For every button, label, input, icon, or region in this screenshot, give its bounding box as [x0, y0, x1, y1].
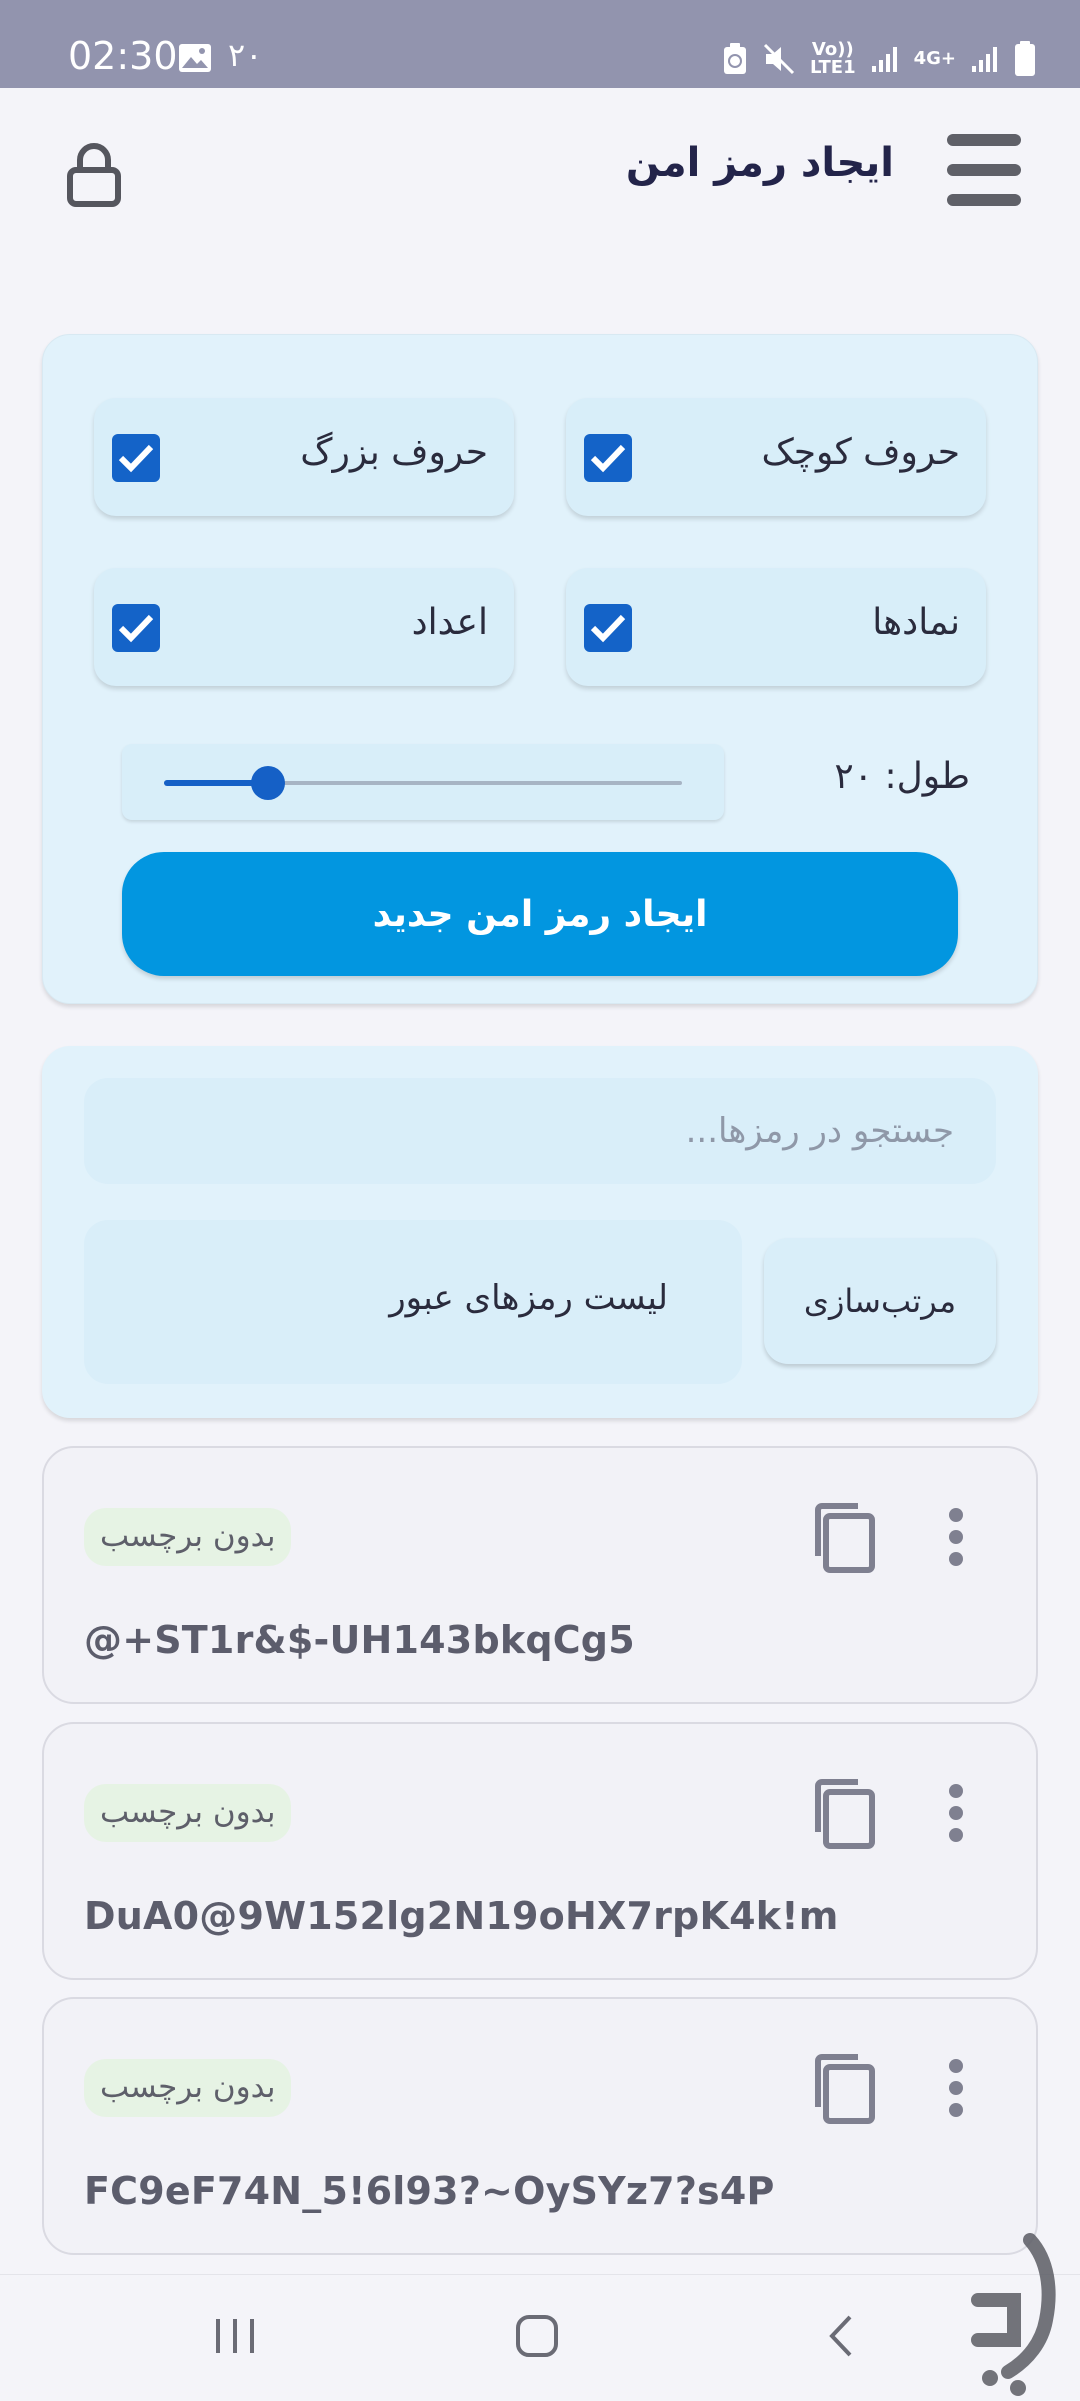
notification-count: ۲۰ [228, 36, 263, 74]
check-icon [590, 444, 626, 473]
password-tag[interactable]: بدون برچسب [84, 1508, 292, 1566]
app-bar [0, 88, 1080, 258]
length-label: طول: ۲۰ [834, 756, 970, 797]
page-title: ایجاد رمز امن [625, 140, 894, 186]
password-card[interactable]: بدون برچسب @+ST1r&$-UH143bkqCg5 [42, 1446, 1038, 1704]
more-dot [949, 1806, 963, 1820]
copy-icon[interactable] [810, 2051, 880, 2127]
mute-icon [763, 43, 795, 75]
system-nav-bar [0, 2274, 1080, 2401]
option-label: حروف کوچک [761, 432, 960, 473]
check-icon [118, 444, 154, 473]
numbers-checkbox[interactable] [112, 604, 160, 652]
network-4g-label: 4G+ [913, 48, 956, 69]
check-icon [590, 614, 626, 643]
password-tag[interactable]: بدون برچسب [84, 2059, 292, 2117]
recycle-icon [724, 43, 747, 74]
more-dot [949, 2081, 963, 2095]
password-card[interactable]: بدون برچسب FC9eF74N_5!6l93?~OySYz7?s4P [42, 1997, 1038, 2255]
option-label: اعداد [411, 602, 488, 643]
recent-apps-icon[interactable] [210, 2311, 260, 2361]
option-label: نمادها [872, 602, 960, 643]
uppercase-checkbox[interactable] [112, 434, 160, 482]
lowercase-checkbox[interactable] [584, 434, 632, 482]
copy-icon[interactable] [810, 1776, 880, 1852]
menu-button[interactable] [944, 130, 1024, 210]
more-options-icon[interactable] [944, 1506, 968, 1568]
battery-icon [1015, 41, 1035, 76]
option-lowercase[interactable]: حروف کوچک [566, 398, 986, 516]
more-dot [949, 1530, 963, 1544]
status-time: 02:30 [68, 34, 178, 78]
more-dot [949, 2103, 963, 2117]
gallery-icon [179, 44, 211, 72]
volte-label: Vo)) LTE1 [810, 39, 856, 78]
more-options-icon[interactable] [944, 2057, 968, 2119]
more-dot [949, 1784, 963, 1798]
generate-password-button[interactable]: ایجاد رمز امن جدید [122, 852, 958, 976]
menu-icon-bar [947, 194, 1021, 206]
password-tag[interactable]: بدون برچسب [84, 1784, 292, 1842]
signal-icon [871, 47, 897, 72]
copy-icon[interactable] [810, 1500, 880, 1576]
home-icon[interactable] [512, 2311, 562, 2361]
more-dot [949, 1552, 963, 1566]
more-dot [949, 2059, 963, 2073]
menu-icon [947, 134, 1021, 146]
option-symbols[interactable]: نمادها [566, 568, 986, 686]
menu-icon-bar [947, 164, 1021, 176]
more-dot [949, 1828, 963, 1842]
search-input[interactable] [84, 1078, 996, 1184]
password-value: DuA0@9W152lg2N19oHX7rpK4k!m [84, 1894, 839, 1938]
back-icon[interactable] [816, 2311, 866, 2361]
more-dot [949, 1508, 963, 1522]
password-value: @+ST1r&$-UH143bkqCg5 [84, 1618, 635, 1662]
slider-thumb[interactable] [250, 766, 285, 800]
password-card[interactable]: بدون برچسب DuA0@9W152lg2N19oHX7rpK4k!m [42, 1722, 1038, 1980]
signal-icon-2 [972, 47, 997, 72]
length-slider[interactable] [122, 744, 724, 820]
password-value: FC9eF74N_5!6l93?~OySYz7?s4P [84, 2169, 775, 2213]
lock-icon[interactable] [60, 140, 128, 208]
list-title: لیست رمزهای عبور [389, 1278, 668, 1318]
symbols-checkbox[interactable] [584, 604, 632, 652]
store-watermark-icon [971, 2233, 1056, 2396]
status-bar: 02:30 ۲۰ Vo)) LTE1 4G+ [0, 0, 1080, 88]
option-numbers[interactable]: اعداد [94, 568, 514, 686]
list-title-box: لیست رمزهای عبور [84, 1220, 742, 1384]
option-label: حروف بزرگ [300, 432, 488, 473]
option-uppercase[interactable]: حروف بزرگ [94, 398, 514, 516]
status-icons: Vo)) LTE1 4G+ [722, 36, 1036, 82]
check-icon [118, 614, 154, 643]
sort-button[interactable]: مرتب‌سازی [764, 1238, 996, 1364]
more-options-icon[interactable] [944, 1782, 968, 1844]
